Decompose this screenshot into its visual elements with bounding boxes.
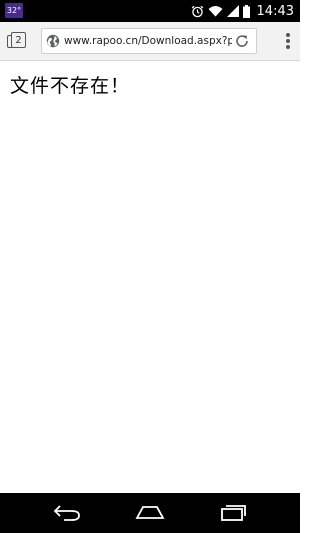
url-bar[interactable]: www.rapoo.cn/Download.aspx?pi...: [41, 28, 257, 54]
wifi-icon: [208, 6, 223, 17]
navigation-bar: [0, 493, 300, 533]
status-clock: 14:43: [256, 3, 294, 19]
status-icons: 14:43: [191, 0, 294, 22]
recents-icon[interactable]: [219, 503, 247, 523]
back-icon[interactable]: [52, 503, 82, 523]
tab-switcher-button[interactable]: 2: [6, 31, 30, 51]
page-content: 文件不存在！: [0, 61, 300, 493]
reload-icon[interactable]: [234, 33, 250, 49]
browser-toolbar: 2 www.rapoo.cn/Download.aspx?pi...: [0, 22, 300, 61]
battery-icon: [242, 4, 250, 18]
error-message: 文件不存在！: [10, 75, 131, 97]
alarm-icon: [191, 5, 203, 17]
home-icon[interactable]: [134, 503, 166, 523]
url-text: www.rapoo.cn/Download.aspx?pi...: [64, 35, 232, 47]
tab-count: 2: [11, 32, 26, 48]
weather-badge: 32°: [5, 3, 23, 18]
globe-icon: [46, 34, 60, 48]
overflow-menu-icon[interactable]: [286, 33, 290, 49]
status-bar: 32° 14:43: [0, 0, 300, 22]
signal-icon: [226, 5, 239, 17]
